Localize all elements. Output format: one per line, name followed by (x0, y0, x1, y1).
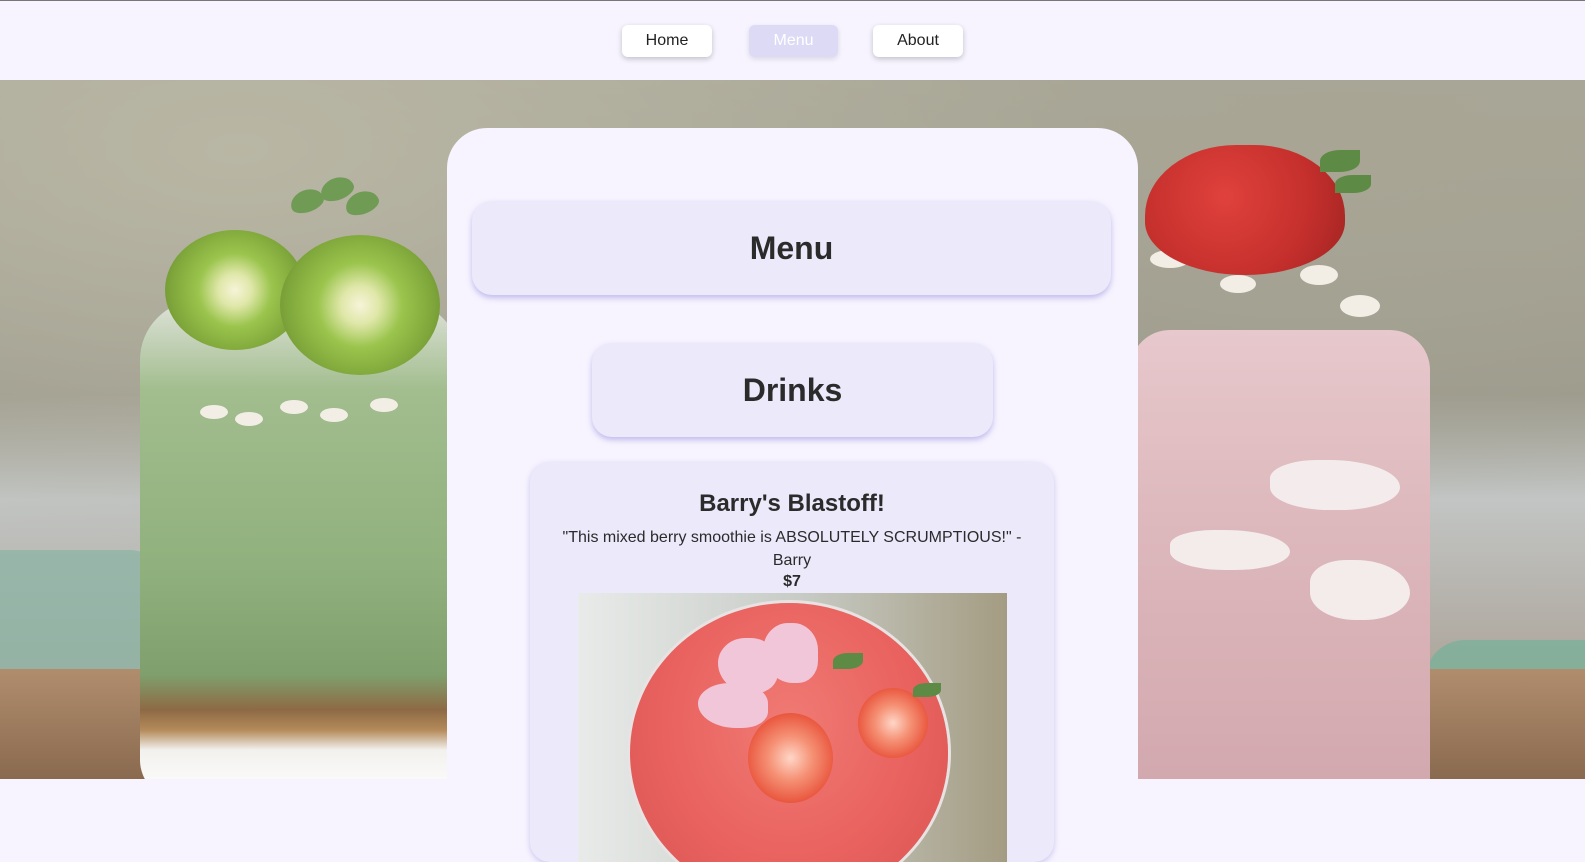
menu-item-card: Barry's Blastoff! "This mixed berry smoo… (530, 462, 1054, 862)
top-nav: Home Menu About (0, 0, 1585, 80)
strawberry-leaf (833, 653, 863, 669)
coconut-flake (370, 398, 398, 412)
strawberry-leaf (1320, 150, 1360, 172)
menu-panel: Menu Drinks Barry's Blastoff! "This mixe… (447, 128, 1138, 862)
pink-smoothie-glass (1130, 330, 1430, 779)
menu-heading: Menu (472, 201, 1111, 295)
strawberry-leaf (1335, 175, 1371, 193)
nav-about-button[interactable]: About (873, 25, 963, 57)
coconut-flake (235, 412, 263, 426)
kiwi-slice (280, 235, 440, 375)
menu-item-price: $7 (783, 573, 801, 590)
menu-item-quote: "This mixed berry smoothie is ABSOLUTELY… (562, 529, 1022, 569)
strawberry-slice (748, 713, 833, 803)
coconut-flake (1340, 295, 1380, 317)
nav-home-button[interactable]: Home (622, 25, 712, 57)
drinks-heading: Drinks (592, 343, 993, 437)
cream-swirl (1310, 560, 1410, 620)
menu-item-photo (578, 593, 1007, 862)
strawberry-leaf (913, 683, 941, 697)
coconut-flake (280, 400, 308, 414)
coconut-flake (320, 408, 348, 422)
coconut-flake (1220, 275, 1256, 293)
cream-swirl (1270, 460, 1400, 510)
coconut-flake (200, 405, 228, 419)
green-smoothie-glass (140, 300, 460, 779)
coconut-flake (1300, 265, 1338, 285)
menu-item-title: Barry's Blastoff! (699, 490, 885, 517)
strawberry-slice (858, 688, 928, 758)
nav-menu-button[interactable]: Menu (749, 25, 838, 57)
strawberry (1145, 145, 1345, 275)
cream-swirl (1170, 530, 1290, 570)
